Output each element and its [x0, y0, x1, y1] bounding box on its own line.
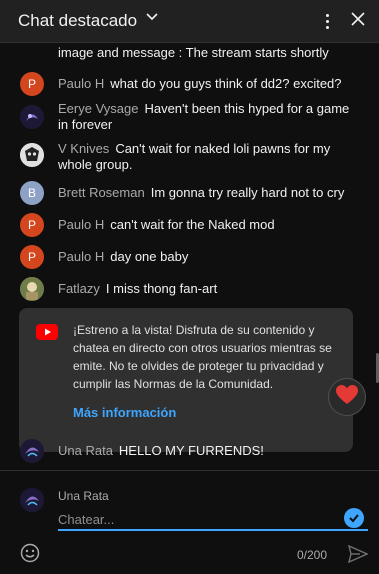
message-text: what do you guys think of dd2? excited?: [110, 76, 342, 91]
youtube-icon: [36, 324, 58, 345]
message-author[interactable]: V Knives: [58, 141, 109, 156]
chat-compose: Una Rata 0/200: [0, 470, 379, 574]
chat-message: P Paulo H what do you guys think of dd2? …: [20, 72, 360, 96]
avatar[interactable]: P: [20, 72, 44, 96]
check-icon: [344, 508, 364, 528]
chat-header: Chat destacado: [0, 0, 379, 43]
avatar[interactable]: [20, 143, 44, 167]
chat-input[interactable]: [58, 509, 368, 531]
compose-username: Una Rata: [58, 489, 109, 503]
message-text: I miss thong fan-art: [105, 281, 218, 296]
send-icon[interactable]: [347, 544, 369, 568]
emoji-icon[interactable]: [20, 543, 40, 568]
heart-icon: [336, 384, 358, 410]
notice-text: ¡Estreno a la vista! Disfruta de su cont…: [73, 323, 332, 391]
chat-message: P Paulo H day one baby: [20, 245, 360, 269]
chat-message: B Brett Roseman Im gonna try really hard …: [20, 181, 360, 205]
more-info-link[interactable]: Más información: [73, 405, 176, 420]
avatar[interactable]: P: [20, 245, 44, 269]
message-author[interactable]: Paulo H: [58, 249, 104, 264]
kebab-menu-icon[interactable]: [320, 10, 335, 33]
message-author[interactable]: Paulo H: [58, 76, 104, 91]
chat-message: Fatlazy I miss thong fan-art: [20, 277, 360, 301]
avatar: [20, 488, 44, 512]
chat-message: Eerye Vysage Haven't been this hyped for …: [20, 101, 360, 133]
message-text: can't wait for the Naked mod: [110, 217, 275, 232]
character-counter: 0/200: [297, 548, 328, 562]
chevron-down-icon[interactable]: [145, 10, 159, 29]
chat-feed[interactable]: image and message : The stream starts sh…: [0, 43, 379, 470]
message-text: Im gonna try really hard not to cry: [150, 185, 345, 200]
message-text: image and message : The stream starts sh…: [58, 45, 329, 60]
avatar[interactable]: B: [20, 181, 44, 205]
avatar[interactable]: P: [20, 213, 44, 237]
message-text: day one baby: [110, 249, 189, 264]
chat-message: P Paulo H can't wait for the Naked mod: [20, 213, 360, 237]
message-author[interactable]: Paulo H: [58, 217, 104, 232]
message-author[interactable]: Brett Roseman: [58, 185, 145, 200]
message-author[interactable]: Una Rata: [58, 443, 113, 458]
heart-reaction-button[interactable]: [328, 378, 366, 416]
chat-mode-title[interactable]: Chat destacado: [18, 11, 137, 31]
message-text: HELLO MY FURRENDS!: [118, 443, 264, 458]
chat-message: Una Rata HELLO MY FURRENDS!: [20, 439, 360, 463]
avatar[interactable]: [20, 277, 44, 301]
message-author[interactable]: Fatlazy: [58, 281, 100, 296]
avatar[interactable]: [20, 105, 44, 129]
message-author[interactable]: Eerye Vysage: [58, 101, 138, 116]
avatar[interactable]: [20, 439, 44, 463]
close-icon[interactable]: [349, 10, 367, 33]
chat-message: V Knives Can't wait for naked loli pawns …: [20, 141, 360, 173]
premiere-notice: ¡Estreno a la vista! Disfruta de su cont…: [19, 308, 353, 452]
chat-message: image and message : The stream starts sh…: [20, 45, 360, 61]
